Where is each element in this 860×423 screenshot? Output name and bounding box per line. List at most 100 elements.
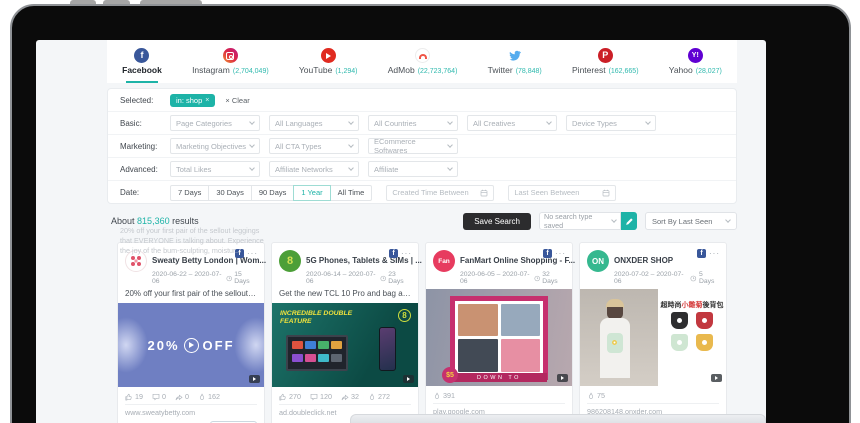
chip-remove-icon[interactable]: × — [205, 97, 209, 104]
chevron-down-icon — [447, 142, 453, 148]
chevron-down-icon — [249, 165, 255, 171]
tab-facebook[interactable]: f Facebook — [118, 40, 166, 83]
results-count-text: About 815,360 results — [111, 216, 199, 226]
date-1-year[interactable]: 1 Year — [293, 185, 330, 201]
duration-days: 23 Days — [388, 271, 411, 285]
network-tab-bar: f Facebook Instagram(2,704,049) YouTube(… — [107, 40, 737, 83]
selected-filter-chip[interactable]: in: shop× — [170, 94, 215, 107]
app-screen: f Facebook Instagram(2,704,049) YouTube(… — [36, 40, 766, 423]
clock-icon — [690, 275, 697, 282]
tab-label: Facebook — [122, 65, 162, 75]
yahoo-icon: Y! — [688, 48, 703, 63]
saved-search-select[interactable]: No search type saved — [539, 212, 621, 230]
sort-select[interactable]: Sort By Last Seen — [645, 212, 737, 230]
chevron-down-icon — [249, 142, 255, 148]
video-badge-icon — [557, 374, 568, 382]
total-likes-select[interactable]: Total Likes — [170, 161, 260, 177]
advertiser-avatar[interactable]: Fan — [433, 250, 455, 272]
tab-yahoo[interactable]: Y! Yahoo(28,027) — [665, 40, 726, 83]
play-icon[interactable] — [184, 338, 199, 353]
date-90-days[interactable]: 90 Days — [251, 185, 295, 201]
countries-select[interactable]: All Countries — [368, 115, 458, 131]
tab-pinterest[interactable]: P Pinterest(162,665) — [568, 40, 643, 83]
youtube-icon — [321, 48, 336, 63]
filter-row-basic: Basic: Page Categories All Languages All… — [108, 112, 736, 135]
instagram-icon — [223, 48, 238, 63]
ad-card-fanmart[interactable]: Fan FanMart Online Shopping - F... 2020-… — [425, 242, 573, 423]
clock-icon — [380, 275, 386, 282]
more-options-icon[interactable]: ··· — [555, 252, 566, 256]
tab-count: (162,665) — [609, 68, 639, 75]
filter-row-date: Date: 7 Days 30 Days 90 Days 1 Year All … — [108, 181, 736, 204]
more-options-icon[interactable]: ··· — [709, 252, 720, 256]
duration-days: 15 Days — [234, 271, 257, 285]
tab-count: (2,704,049) — [233, 68, 269, 75]
created-time-input[interactable]: Created Time Between — [386, 185, 494, 201]
ad-card-ee[interactable]: 8 5G Phones, Tablets & SIMs | ... 2020-0… — [271, 242, 419, 423]
tab-twitter[interactable]: Twitter(78,848) — [484, 40, 546, 83]
advertiser-avatar[interactable]: ON — [587, 250, 609, 272]
share-icon — [341, 393, 349, 401]
tab-admob[interactable]: AdMob(22,723,764) — [384, 40, 462, 83]
ad-text: 20% off your first pair of the sellout l… — [118, 289, 264, 303]
cta-types-select[interactable]: All CTA Types — [269, 138, 359, 154]
ad-creative[interactable]: $5 DOWN TO — [426, 289, 572, 386]
date-30-days[interactable]: 30 Days — [208, 185, 252, 201]
filter-row-selected: Selected: in: shop× × Clear — [108, 89, 736, 112]
tab-youtube[interactable]: YouTube(1,294) — [295, 40, 362, 83]
like-icon — [125, 393, 133, 401]
page: f Facebook Instagram(2,704,049) YouTube(… — [0, 0, 860, 423]
more-options-icon[interactable]: ··· — [247, 252, 258, 256]
device-types-select[interactable]: Device Types — [566, 115, 656, 131]
share-icon — [175, 393, 183, 401]
affiliate-networks-select[interactable]: Affiliate Networks — [269, 161, 359, 177]
facebook-badge-icon: f — [697, 249, 706, 258]
ad-creative[interactable]: 20% OFF — [118, 303, 264, 387]
ad-creative[interactable]: Incredible Double Feature 8 — [272, 303, 418, 387]
device-stand — [350, 414, 766, 423]
date-all-time[interactable]: All Time — [330, 185, 373, 201]
admob-icon — [415, 48, 430, 63]
chevron-down-icon — [348, 142, 354, 148]
ad-results-grid: Sweaty Betty London | Wom... 2020-06-22 … — [117, 242, 727, 423]
results-count: 815,360 — [137, 216, 170, 226]
chevron-down-icon — [447, 165, 453, 171]
advertiser-avatar[interactable]: 8 — [279, 250, 301, 272]
filter-row-advanced: Advanced: Total Likes Affiliate Networks… — [108, 158, 736, 181]
comment-icon — [152, 393, 160, 401]
page-categories-select[interactable]: Page Categories — [170, 115, 260, 131]
date-range: 2020-07-02 – 2020-07-06 — [614, 271, 687, 285]
duration-days: 5 Days — [699, 271, 719, 285]
pinterest-icon: P — [598, 48, 613, 63]
chevron-down-icon — [348, 165, 354, 171]
tv-graphic — [286, 335, 348, 371]
ad-text: Get the new TCL 10 Pro and bag a free TC… — [272, 289, 418, 303]
marketing-objectives-select[interactable]: Marketing Objectives — [170, 138, 260, 154]
chevron-down-icon — [645, 119, 651, 125]
engagement-stats: 19 0 0 162 — [118, 387, 264, 404]
chevron-down-icon — [348, 119, 354, 125]
chevron-down-icon — [546, 119, 552, 125]
last-seen-input[interactable]: Last Seen Between — [508, 185, 616, 201]
date-range: 2020-06-14 – 2020-07-06 — [306, 271, 377, 285]
more-options-icon[interactable]: ··· — [401, 252, 412, 256]
creatives-select[interactable]: All Creatives — [467, 115, 557, 131]
save-search-button[interactable]: Save Search — [463, 213, 531, 230]
ad-card-onxder[interactable]: ON ONXDER SHOP 2020-07-02 – 2020-07-06 5… — [579, 242, 727, 423]
date-7-days[interactable]: 7 Days — [170, 185, 209, 201]
ad-link[interactable]: www.sweatybetty.com — [125, 404, 257, 419]
ad-card-sweaty-betty[interactable]: Sweaty Betty London | Wom... 2020-06-22 … — [117, 242, 265, 423]
product-panel: 超時尚小雛菊後背包 — [658, 289, 726, 386]
chevron-down-icon — [447, 119, 453, 125]
languages-select[interactable]: All Languages — [269, 115, 359, 131]
affiliate-select[interactable]: Affiliate — [368, 161, 458, 177]
clear-filters-link[interactable]: × Clear — [225, 96, 249, 105]
tab-instagram[interactable]: Instagram(2,704,049) — [188, 40, 273, 83]
advertiser-avatar[interactable] — [125, 250, 147, 272]
ad-creative[interactable]: 超時尚小雛菊後背包 — [580, 289, 726, 386]
tab-count: (22,723,764) — [418, 68, 458, 75]
edit-saved-search-button[interactable] — [621, 212, 637, 230]
ecommerce-softwares-select[interactable]: ECommerce Softwares — [368, 138, 458, 154]
advertiser-name[interactable]: ONXDER SHOP — [614, 256, 673, 265]
heat-icon — [433, 392, 441, 400]
